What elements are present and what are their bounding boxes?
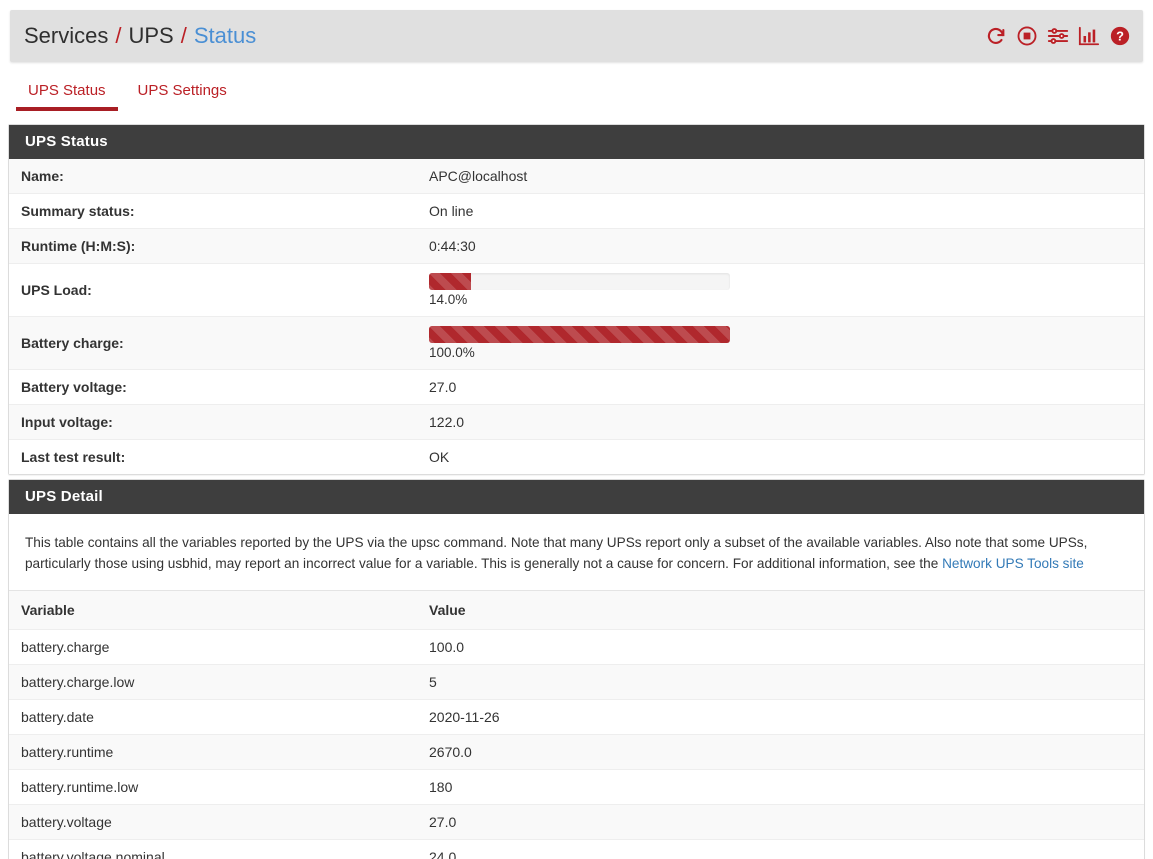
column-header-variable: Variable xyxy=(9,591,417,630)
status-row-value: 0:44:30 xyxy=(417,229,1144,264)
status-row-label: Battery voltage: xyxy=(9,370,417,405)
variable-value-cell: 24.0 xyxy=(417,840,1144,859)
ups-detail-panel: UPS Detail This table contains all the v… xyxy=(8,479,1145,859)
status-row-value: On line xyxy=(417,194,1144,229)
status-row-value: 122.0 xyxy=(417,405,1144,440)
progress-label: 14.0% xyxy=(429,292,1136,307)
variable-name-cell: battery.voltage.nominal xyxy=(9,840,417,859)
status-row: Runtime (H:M:S):0:44:30 xyxy=(9,229,1144,264)
status-row-label: Summary status: xyxy=(9,194,417,229)
table-row: battery.voltage.nominal24.0 xyxy=(9,840,1144,859)
variable-value-cell: 100.0 xyxy=(417,630,1144,665)
table-header-row: Variable Value xyxy=(9,591,1144,630)
status-row: Last test result:OK xyxy=(9,440,1144,475)
network-ups-tools-link[interactable]: Network UPS Tools site xyxy=(942,556,1084,571)
status-row: Input voltage:122.0 xyxy=(9,405,1144,440)
variable-value-cell: 180 xyxy=(417,770,1144,805)
status-row-value: 27.0 xyxy=(417,370,1144,405)
progress-track xyxy=(429,326,730,343)
variable-name-cell: battery.charge.low xyxy=(9,665,417,700)
table-row: battery.charge.low5 xyxy=(9,665,1144,700)
variable-value-cell: 27.0 xyxy=(417,805,1144,840)
status-row: Summary status:On line xyxy=(9,194,1144,229)
breadcrumb-bar: Services / UPS / Status xyxy=(10,10,1143,62)
table-row: battery.charge100.0 xyxy=(9,630,1144,665)
breadcrumb-separator: / xyxy=(181,23,187,49)
ups-status-panel-title: UPS Status xyxy=(9,125,1144,159)
breadcrumb: Services / UPS / Status xyxy=(24,23,256,49)
tab-ups-settings[interactable]: UPS Settings xyxy=(122,76,243,111)
refresh-icon[interactable] xyxy=(985,25,1007,47)
status-row-value: OK xyxy=(417,440,1144,475)
status-row: Battery voltage:27.0 xyxy=(9,370,1144,405)
column-header-value: Value xyxy=(417,591,1144,630)
ups-status-table: Name:APC@localhostSummary status:On line… xyxy=(9,159,1144,474)
status-row-label: Battery charge: xyxy=(9,317,417,370)
status-row: Battery charge: 100.0% xyxy=(9,317,1144,370)
ups-detail-panel-title: UPS Detail xyxy=(9,480,1144,514)
status-row: UPS Load: 14.0% xyxy=(9,264,1144,317)
ups-detail-description: This table contains all the variables re… xyxy=(9,514,1144,591)
table-row: battery.voltage27.0 xyxy=(9,805,1144,840)
status-row-progress: 100.0% xyxy=(417,317,1144,370)
table-row: battery.date2020-11-26 xyxy=(9,700,1144,735)
ups-variables-table: Variable Value battery.charge100.0batter… xyxy=(9,591,1144,859)
variable-value-cell: 2670.0 xyxy=(417,735,1144,770)
tab-bar: UPS StatusUPS Settings xyxy=(0,76,1153,120)
tab-ups-status[interactable]: UPS Status xyxy=(12,76,122,111)
breadcrumb-item-status: Status xyxy=(194,23,256,49)
breadcrumb-item-ups[interactable]: UPS xyxy=(128,23,173,49)
variable-name-cell: battery.charge xyxy=(9,630,417,665)
status-row-label: Name: xyxy=(9,159,417,194)
variable-value-cell: 5 xyxy=(417,665,1144,700)
status-row-label: Runtime (H:M:S): xyxy=(9,229,417,264)
variable-name-cell: battery.runtime xyxy=(9,735,417,770)
ups-status-panel: UPS Status Name:APC@localhostSummary sta… xyxy=(8,124,1145,475)
variable-name-cell: battery.runtime.low xyxy=(9,770,417,805)
status-row-label: Input voltage: xyxy=(9,405,417,440)
svg-text:?: ? xyxy=(1116,29,1124,44)
progress-fill xyxy=(429,326,730,343)
status-row-progress: 14.0% xyxy=(417,264,1144,317)
variable-name-cell: battery.voltage xyxy=(9,805,417,840)
header-icon-group: ? xyxy=(985,25,1131,47)
status-row: Name:APC@localhost xyxy=(9,159,1144,194)
table-row: battery.runtime2670.0 xyxy=(9,735,1144,770)
breadcrumb-separator: / xyxy=(115,23,121,49)
stop-icon[interactable] xyxy=(1016,25,1038,47)
breadcrumb-item-services[interactable]: Services xyxy=(24,23,108,49)
progress-fill xyxy=(429,273,471,290)
bar-chart-icon[interactable] xyxy=(1078,25,1100,47)
variable-name-cell: battery.date xyxy=(9,700,417,735)
progress-track xyxy=(429,273,730,290)
progress-label: 100.0% xyxy=(429,345,1136,360)
table-row: battery.runtime.low180 xyxy=(9,770,1144,805)
variable-value-cell: 2020-11-26 xyxy=(417,700,1144,735)
help-icon[interactable]: ? xyxy=(1109,25,1131,47)
sliders-icon[interactable] xyxy=(1047,25,1069,47)
status-row-label: Last test result: xyxy=(9,440,417,475)
status-row-label: UPS Load: xyxy=(9,264,417,317)
status-row-value: APC@localhost xyxy=(417,159,1144,194)
description-text: This table contains all the variables re… xyxy=(25,535,1087,571)
